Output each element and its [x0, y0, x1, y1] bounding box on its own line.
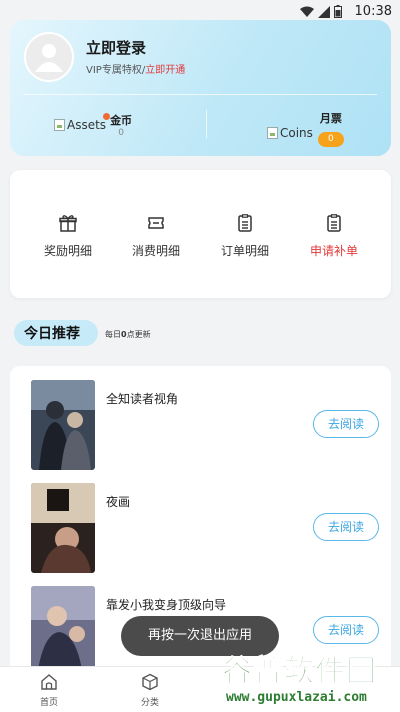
default-avatar-icon	[35, 44, 63, 72]
tab-category[interactable]: 分类	[120, 673, 180, 708]
user-card[interactable]: 立即登录 VIP专属特权/立即开通 Assets 金币 0 Coins 月票 0	[10, 20, 391, 156]
broken-image-icon	[267, 126, 278, 139]
status-time: 10:38	[354, 4, 392, 19]
watermark-title: 谷普软件园	[222, 654, 377, 690]
book-title: 全知读者视角	[106, 392, 179, 406]
vip-open-link[interactable]: 立即开通	[145, 65, 185, 76]
status-icons	[300, 5, 342, 18]
tab-home[interactable]: 首页	[19, 673, 79, 708]
wifi-icon	[300, 6, 314, 17]
book-cover[interactable]	[31, 483, 95, 573]
book-title: 夜画	[106, 495, 131, 509]
battery-icon	[334, 5, 342, 18]
book-cover[interactable]	[31, 380, 95, 470]
order-list-icon	[238, 214, 252, 232]
coin-info: 金币 0	[103, 112, 133, 138]
coin-asset[interactable]: Assets 金币 0	[54, 112, 132, 138]
avatar[interactable]	[24, 32, 74, 82]
book-row[interactable]: 全知读者视角 去阅读	[10, 380, 391, 470]
section-title: 今日推荐	[24, 326, 80, 342]
reissue-list-icon	[327, 214, 341, 232]
read-button[interactable]: 去阅读	[313, 513, 379, 541]
vip-line: VIP专属特权/立即开通	[86, 61, 185, 76]
menu-item-consumption[interactable]: 消费明细	[111, 214, 201, 259]
book-row[interactable]: 夜画 去阅读	[10, 483, 391, 573]
ticket-count-badge: 0	[317, 132, 344, 147]
login-button[interactable]: 立即登录	[86, 37, 146, 58]
section-update-note: 每日0点更新	[105, 330, 151, 339]
ticket-label: 月票	[319, 112, 342, 125]
ticket-info: 月票 0	[317, 110, 344, 147]
coin-value: 0	[118, 128, 124, 138]
ticket-asset[interactable]: Coins 月票 0	[267, 110, 344, 147]
home-icon	[41, 674, 57, 690]
signal-icon	[318, 5, 330, 18]
book-cover[interactable]	[31, 586, 95, 676]
coin-label: 金币	[110, 114, 133, 127]
category-icon	[142, 673, 158, 691]
book-title: 靠发小我变身顶级向导	[106, 598, 227, 612]
watermark-url: www.gupuxlazai.com	[226, 690, 367, 705]
assets-image-placeholder: Assets	[54, 118, 106, 132]
menu-item-rewards[interactable]: 奖励明细	[23, 214, 113, 259]
card-vertical-divider	[206, 110, 207, 138]
menu-item-orders[interactable]: 订单明细	[200, 214, 290, 259]
vip-privilege-text: VIP专属特权/	[86, 65, 146, 76]
coins-image-placeholder: Coins	[267, 126, 313, 140]
account-menu-card: 奖励明细 消费明细 订单明细 申请补单	[10, 170, 391, 298]
card-divider	[24, 94, 377, 95]
gift-icon	[59, 215, 77, 232]
broken-image-icon	[54, 119, 65, 131]
site-watermark: 谷普软件园 www.gupuxlazai.com	[218, 644, 400, 712]
menu-item-reissue[interactable]: 申请补单	[289, 214, 379, 259]
read-button[interactable]: 去阅读	[313, 616, 379, 644]
ticket-icon	[148, 217, 164, 229]
notification-dot	[103, 113, 111, 120]
read-button[interactable]: 去阅读	[313, 410, 379, 438]
